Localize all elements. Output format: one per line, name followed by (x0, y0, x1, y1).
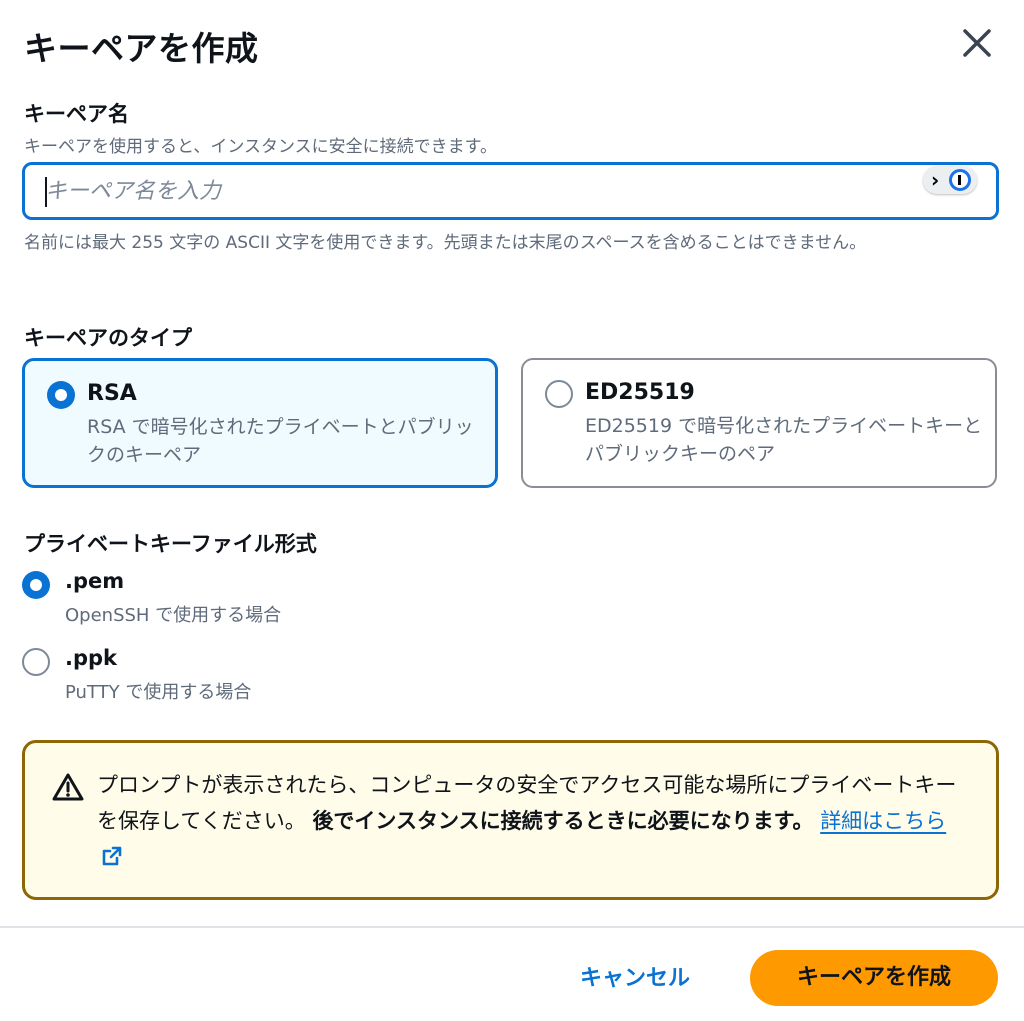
key-type-title-rsa: RSA (87, 381, 137, 406)
footer-divider (0, 926, 1024, 928)
key-type-description-rsa: RSA で暗号化されたプライベートとパブリックのキーペア (87, 416, 474, 466)
file-format-title-ppk: .ppk (65, 646, 118, 670)
radio-ed25519[interactable] (545, 380, 573, 408)
key-type-title-ed25519: ED25519 (585, 380, 695, 405)
key-type-tile-rsa[interactable]: RSA RSA で暗号化されたプライベートとパブリックのキーペア (22, 358, 498, 488)
radio-ppk[interactable] (22, 648, 50, 676)
learn-more-label: 詳細はこちら (820, 809, 947, 833)
cancel-button[interactable]: キャンセル (560, 956, 710, 1002)
chevron-right-icon: › (931, 168, 940, 192)
password-manager-logo-icon (949, 169, 971, 191)
key-name-constraint: 名前には最大 255 文字の ASCII 文字を使用できます。先頭または末尾のス… (24, 233, 867, 253)
key-name-label: キーペア名 (24, 102, 129, 126)
file-format-label: プライベートキーファイル形式 (24, 532, 317, 556)
radio-rsa[interactable] (47, 381, 75, 409)
key-name-input[interactable] (45, 173, 905, 209)
learn-more-link[interactable]: 詳細はこちら (820, 809, 946, 833)
file-format-option-pem[interactable]: .pem OpenSSH で使用する場合 (22, 569, 422, 629)
file-format-option-ppk[interactable]: .ppk PuTTY で使用する場合 (22, 646, 422, 706)
key-name-input-box[interactable]: › (22, 162, 999, 220)
password-manager-icon[interactable]: › (923, 166, 977, 194)
alert-message: プロンプトが表示されたら、コンピュータの安全でアクセス可能な場所にプライベートキ… (97, 767, 967, 875)
key-type-label: キーペアのタイプ (24, 326, 192, 350)
key-type-description-ed25519: ED25519 で暗号化されたプライベートキーとパブリックキーのペア (585, 415, 983, 465)
warning-icon (52, 773, 84, 801)
key-name-description: キーペアを使用すると、インスタンスに安全に接続できます。 (24, 137, 497, 157)
file-format-description-pem: OpenSSH で使用する場合 (65, 605, 282, 626)
dialog-title: キーペアを作成 (24, 29, 259, 68)
close-icon[interactable] (958, 24, 996, 62)
file-format-description-ppk: PuTTY で使用する場合 (65, 682, 252, 703)
radio-pem[interactable] (22, 571, 50, 599)
key-type-tile-ed25519[interactable]: ED25519 ED25519 で暗号化されたプライベートキーとパブリックキーの… (521, 358, 997, 488)
external-link-icon[interactable] (101, 845, 123, 867)
alert-bold-text: 後でインスタンスに接続するときに必要になります。 (312, 809, 814, 833)
create-key-pair-button[interactable]: キーペアを作成 (750, 950, 998, 1006)
file-format-title-pem: .pem (65, 569, 125, 593)
warning-alert: プロンプトが表示されたら、コンピュータの安全でアクセス可能な場所にプライベートキ… (22, 740, 999, 900)
